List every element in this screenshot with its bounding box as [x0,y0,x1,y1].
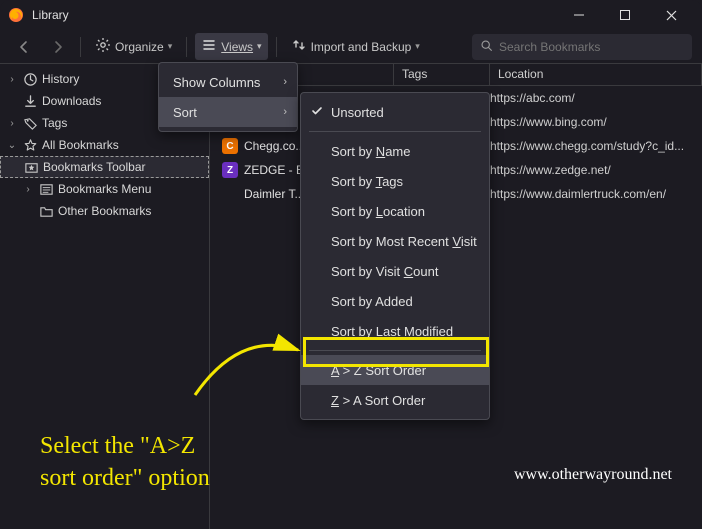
search-icon [480,39,493,55]
column-header-location[interactable]: Location [490,64,702,85]
import-export-icon [291,37,307,56]
sidebar-item-bookmarks-menu[interactable]: › Bookmarks Menu [0,178,209,200]
import-backup-button[interactable]: Import and Backup ▾ [285,33,426,60]
window-controls [556,0,694,30]
column-header-tags[interactable]: Tags [394,64,490,85]
sidebar-label-bookmarks-menu: Bookmarks Menu [58,182,151,196]
minimize-button[interactable] [556,0,602,30]
views-label: Views [221,40,253,54]
toolbar: Organize ▾ Views ▾ Import and Backup ▾ [0,30,702,64]
list-icon [201,37,217,56]
row-name: Chegg.co... [244,139,305,153]
back-button[interactable] [10,35,38,59]
daimler-favicon [222,186,238,202]
expand-icon[interactable]: › [6,74,18,85]
chevron-right-icon: › [283,76,287,88]
menu-label: Sort by Visit Count [331,264,438,279]
menu-separator [309,350,481,351]
organize-label: Organize [115,40,164,54]
clock-icon [22,71,38,87]
chevron-down-icon: ▾ [257,41,262,52]
menu-label: A > Z Sort Order [331,363,426,378]
sidebar-label-bookmarks-toolbar: Bookmarks Toolbar [43,160,146,174]
menu-item-sort-by-location[interactable]: Sort by Location [301,196,489,226]
title-bar: Library [0,0,702,30]
chegg-favicon: C [222,138,238,154]
search-box[interactable] [472,34,692,60]
row-location: https://www.zedge.net/ [490,163,702,177]
firefox-icon [8,7,24,23]
gear-icon [95,37,111,56]
expand-icon[interactable]: › [22,184,34,195]
zedge-favicon: Z [222,162,238,178]
menu-item-sort-by-added[interactable]: Sort by Added [301,286,489,316]
menu-label: Unsorted [331,105,384,120]
menu-label: Sort by Location [331,204,425,219]
row-location: https://www.daimlertruck.com/en/ [490,187,702,201]
menu-label: Sort by Tags [331,174,403,189]
menu-label: Show Columns [173,75,260,90]
close-button[interactable] [648,0,694,30]
organize-button[interactable]: Organize ▾ [89,33,178,60]
sidebar-label-tags: Tags [42,116,67,130]
window-title: Library [32,8,556,22]
bookmark-toolbar-icon [23,159,39,175]
chevron-down-icon: ▾ [415,41,420,52]
expand-icon[interactable]: › [6,118,18,129]
row-location: https://www.bing.com/ [490,115,702,129]
sidebar-label-other-bookmarks: Other Bookmarks [58,204,151,218]
views-button[interactable]: Views ▾ [195,33,267,60]
download-icon [22,93,38,109]
sidebar-item-all-bookmarks[interactable]: ⌄ All Bookmarks [0,134,209,156]
menu-item-show-columns[interactable]: Show Columns › [159,67,297,97]
collapse-icon[interactable]: ⌄ [6,140,18,151]
menu-item-sort-by-last-modified[interactable]: Sort by Last Modified [301,316,489,346]
menu-label: Sort by Last Modified [331,324,453,339]
menu-item-za-sort-order[interactable]: Z > A Sort Order [301,385,489,415]
row-location: https://abc.com/ [490,91,702,105]
menu-item-sort-by-name[interactable]: Sort by Name [301,136,489,166]
menu-separator [309,131,481,132]
chevron-right-icon: › [283,106,287,118]
menu-label: Sort [173,105,197,120]
bookmark-menu-icon [38,181,54,197]
chevron-down-icon: ▾ [168,41,173,52]
menu-item-sort[interactable]: Sort › [159,97,297,127]
menu-label: Sort by Most Recent Visit [331,234,477,249]
sidebar-item-bookmarks-toolbar[interactable]: Bookmarks Toolbar [0,156,209,178]
menu-item-sort-by-most-recent-visit[interactable]: Sort by Most Recent Visit [301,226,489,256]
sidebar-label-downloads: Downloads [42,94,101,108]
import-backup-label: Import and Backup [311,40,412,54]
menu-item-az-sort-order[interactable]: A > Z Sort Order [301,355,489,385]
menu-label: Sort by Name [331,144,410,159]
star-icon [22,137,38,153]
views-menu: Show Columns › Sort › [158,62,298,132]
sidebar-label-history: History [42,72,79,86]
menu-item-unsorted[interactable]: Unsorted [301,97,489,127]
row-location: https://www.chegg.com/study?c_id... [490,139,702,153]
menu-label: Z > A Sort Order [331,393,425,408]
sidebar: › History Downloads › Tags ⌄ All Bookmar… [0,64,210,529]
forward-button[interactable] [44,35,72,59]
folder-icon [38,203,54,219]
sidebar-item-other-bookmarks[interactable]: Other Bookmarks [0,200,209,222]
maximize-button[interactable] [602,0,648,30]
row-name: Daimler T... [244,187,304,201]
menu-label: Sort by Added [331,294,413,309]
menu-item-sort-by-visit-count[interactable]: Sort by Visit Count [301,256,489,286]
check-icon [311,105,323,120]
sort-submenu: Unsorted Sort by Name Sort by Tags Sort … [300,92,490,420]
search-input[interactable] [499,40,684,54]
sidebar-label-all-bookmarks: All Bookmarks [42,138,119,152]
menu-item-sort-by-tags[interactable]: Sort by Tags [301,166,489,196]
tag-icon [22,115,38,131]
